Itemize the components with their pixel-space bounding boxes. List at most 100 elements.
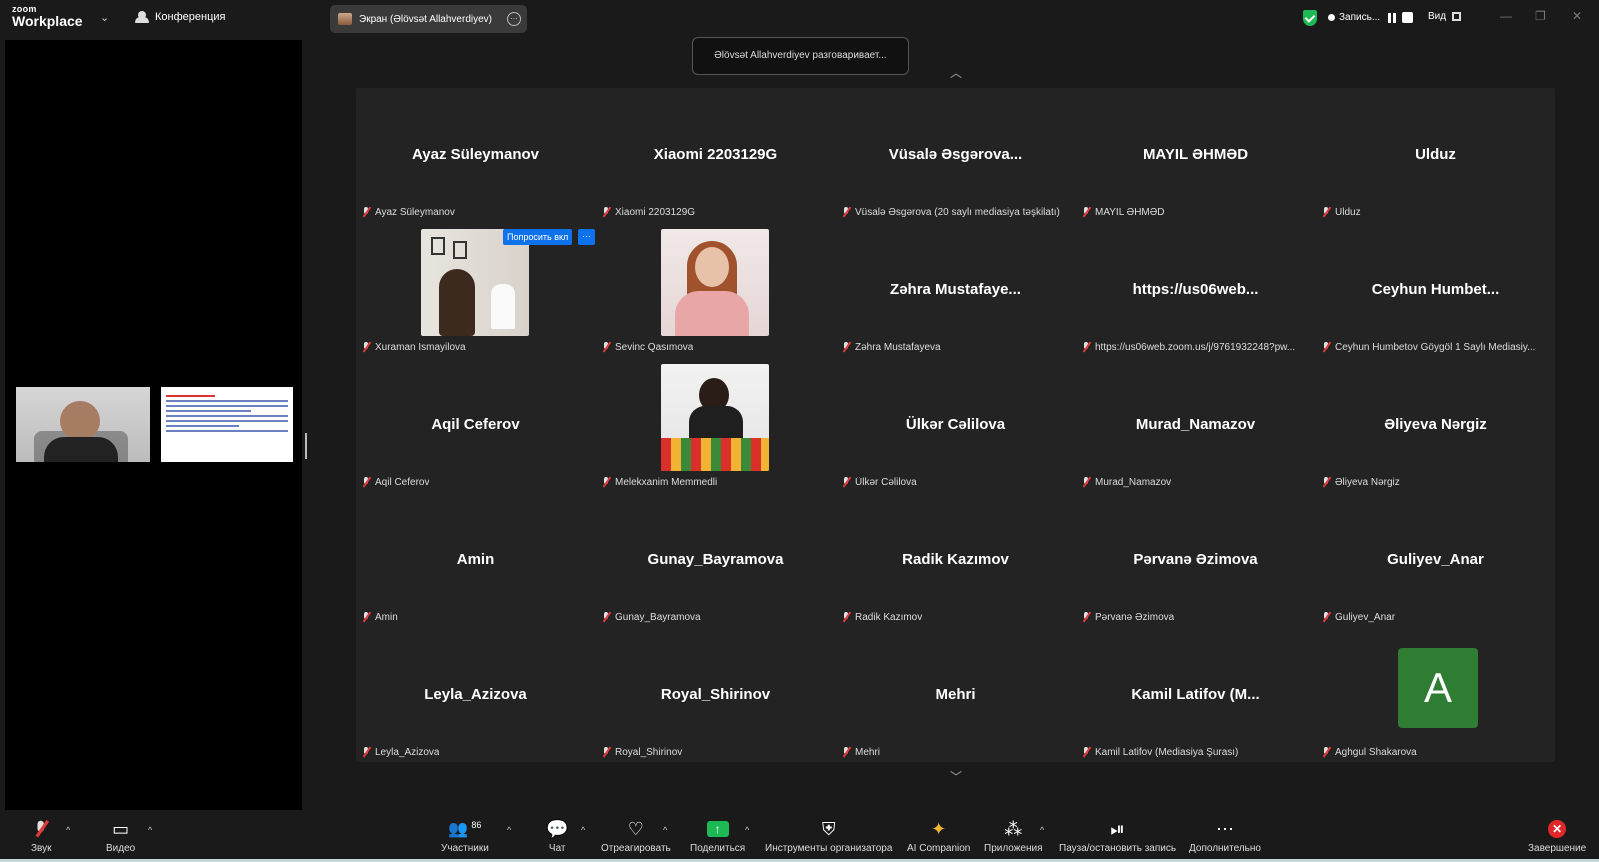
participant-label: Mehri (842, 747, 880, 758)
muted-mic-icon (362, 747, 371, 758)
video-options-caret[interactable]: ^ (148, 825, 152, 835)
share-button[interactable]: ↑ Поделиться (690, 818, 745, 854)
participants-caret[interactable]: ^ (507, 825, 511, 835)
participant-label: Sevinc Qasımova (602, 342, 693, 353)
host-tools-button[interactable]: ⛨ Инструменты организатора (765, 818, 892, 855)
muted-mic-icon (1082, 477, 1091, 488)
participant-tile[interactable]: Ülkər Cəlilova Ülkər Cəlilova (836, 358, 1075, 493)
top-bar: zoom Workplace ⌄ Конференция Экран (Əlöv… (0, 0, 1599, 37)
resize-handle[interactable] (305, 433, 307, 459)
gallery-grid: Ayaz Süleymanov Ayaz Süleymanov Xiaomi 2… (356, 88, 1555, 762)
participant-tile[interactable]: Mehri Mehri (836, 628, 1075, 763)
chevron-down-icon[interactable]: ﹀ (950, 768, 962, 785)
participant-name-large: Amin (456, 551, 495, 568)
participant-tile[interactable]: Ceyhun Humbet... Ceyhun Humbetov Göygöl … (1316, 223, 1555, 358)
participant-name-large: Vüsalə Əsgərova... (888, 146, 1023, 163)
security-shield-icon[interactable] (1303, 10, 1317, 26)
participant-tile[interactable]: Radik Kazımov Radik Kazımov (836, 493, 1075, 628)
muted-mic-icon (602, 207, 611, 218)
shared-screen-thumbnail[interactable] (161, 387, 293, 462)
participant-name-large: Ulduz (1415, 146, 1456, 163)
maximize-icon[interactable]: ❐ (1535, 9, 1546, 23)
screen-share-label: Экран (Əlövsət Allahverdiyev) (359, 13, 492, 25)
pause-stop-record-button[interactable]: ⏯ Пауза/остановить запись (1059, 818, 1176, 855)
participant-tile[interactable]: Amin Amin (356, 493, 595, 628)
presenter-video-thumbnail[interactable] (16, 387, 150, 462)
participant-name-large: Radik Kazımov (902, 551, 1009, 568)
participant-name-large: Ayaz Süleymanov (412, 146, 539, 163)
participant-name-large: Ülkər Cəlilova (905, 416, 1006, 433)
chat-button[interactable]: 💬 Чат (546, 818, 569, 855)
heart-icon: ♡ (627, 818, 644, 839)
tile-more-button[interactable]: ··· (578, 229, 595, 245)
chat-icon: 💬 (546, 818, 569, 839)
chat-caret[interactable]: ^ (581, 825, 585, 835)
minimize-icon[interactable]: — (1500, 9, 1512, 23)
view-button[interactable]: Вид (1428, 11, 1462, 22)
participant-tile[interactable]: Leyla_Azizova Leyla_Azizova (356, 628, 595, 763)
participant-tile[interactable]: Royal_Shirinov Royal_Shirinov (596, 628, 835, 763)
participant-tile[interactable]: Aqil Ceferov Aqil Ceferov (356, 358, 595, 493)
video-button[interactable]: ▭ Видео (106, 818, 135, 855)
muted-mic-icon (842, 612, 851, 623)
chevron-up-icon[interactable]: ︿ (950, 64, 962, 81)
close-window-icon[interactable]: ✕ (1572, 9, 1582, 23)
apps-button[interactable]: ⁂ Приложения (984, 818, 1043, 855)
share-caret[interactable]: ^ (745, 825, 749, 835)
participant-name-large: Mehri (935, 686, 976, 703)
participant-video (661, 364, 769, 471)
react-caret[interactable]: ^ (663, 825, 667, 835)
muted-mic-icon (1322, 747, 1331, 758)
participant-tile[interactable]: Gunay_Bayramova Gunay_Bayramova (596, 493, 835, 628)
participant-name-large: Xiaomi 2203129G (653, 146, 778, 163)
participant-name-large: Royal_Shirinov (660, 686, 771, 703)
participant-tile[interactable]: Ayaz Süleymanov Ayaz Süleymanov (356, 88, 595, 223)
muted-mic-icon (1322, 477, 1331, 488)
participant-label: Əliyeva Nərgiz (1322, 477, 1400, 488)
chevron-down-icon[interactable]: ⌄ (100, 11, 109, 24)
more-button[interactable]: ⋯ Дополнительно (1189, 818, 1261, 855)
apps-caret[interactable]: ^ (1040, 825, 1044, 835)
ask-to-unmute-button[interactable]: Попросить вкл (503, 229, 573, 245)
participant-tile[interactable]: Zəhra Mustafaye... Zəhra Mustafayeva (836, 223, 1075, 358)
muted-mic-icon (602, 747, 611, 758)
muted-mic-icon (842, 477, 851, 488)
audio-options-caret[interactable]: ^ (66, 825, 70, 835)
end-button[interactable]: ✕ Завершение (1528, 818, 1586, 854)
participant-tile[interactable]: Əliyeva Nərgiz Əliyeva Nərgiz (1316, 358, 1555, 493)
more-options-icon[interactable]: ··· (507, 12, 521, 26)
audio-button[interactable]: Звук (31, 818, 52, 854)
participant-tile[interactable]: A Aghgul Shakarova (1316, 628, 1555, 763)
ai-companion-button[interactable]: ✦ AI Companion (907, 818, 970, 855)
muted-mic-icon (842, 207, 851, 218)
participant-tile[interactable]: Melekxanim Memmedli (596, 358, 835, 493)
participant-tile[interactable]: Pərvanə Əzimova Pərvanə Əzimova (1076, 493, 1315, 628)
pause-stop-icon: ⏯ (1110, 818, 1125, 839)
screen-share-pill[interactable]: Экран (Əlövsət Allahverdiyev) ··· (330, 5, 527, 33)
participant-tile[interactable]: Ulduz Ulduz (1316, 88, 1555, 223)
participant-tile[interactable]: Sevinc Qasımova (596, 223, 835, 358)
muted-mic-icon (842, 342, 851, 353)
conference-button[interactable]: Конференция (135, 11, 225, 23)
zoom-logo: zoom Workplace (12, 5, 83, 29)
participant-tile[interactable]: Murad_Namazov Murad_Namazov (1076, 358, 1315, 493)
pause-icon[interactable] (1388, 12, 1397, 23)
stop-icon[interactable] (1402, 12, 1414, 23)
record-dot-icon (1328, 14, 1335, 21)
muted-mic-icon (1082, 207, 1091, 218)
sparkle-icon: ✦ (931, 818, 947, 839)
participant-tile[interactable]: Kamil Latifov (M... Kamil Latifov (Media… (1076, 628, 1315, 763)
participant-tile[interactable]: Guliyev_Anar Guliyev_Anar (1316, 493, 1555, 628)
participant-label: Royal_Shirinov (602, 747, 682, 758)
participants-button[interactable]: 👥 86 Участники (441, 818, 489, 854)
participant-tile[interactable]: MAYIL ƏHMƏD MAYIL ƏHMƏD (1076, 88, 1315, 223)
participant-tile[interactable]: Vüsalə Əsgərova... Vüsalə Əsgərova (20 s… (836, 88, 1075, 223)
participant-label: Ceyhun Humbetov Göygöl 1 Saylı Mediasiy.… (1322, 342, 1535, 353)
participant-name-large: Leyla_Azizova (424, 686, 527, 703)
recording-indicator[interactable]: Запись... (1328, 12, 1414, 23)
participant-tile[interactable]: https://us06web... https://us06web.zoom.… (1076, 223, 1315, 358)
participant-tile[interactable]: Xiaomi 2203129G Xiaomi 2203129G (596, 88, 835, 223)
logo-big: Workplace (12, 13, 83, 29)
react-button[interactable]: ♡ Отреагировать (601, 818, 671, 855)
participant-name-large: https://us06web... (1132, 281, 1259, 298)
